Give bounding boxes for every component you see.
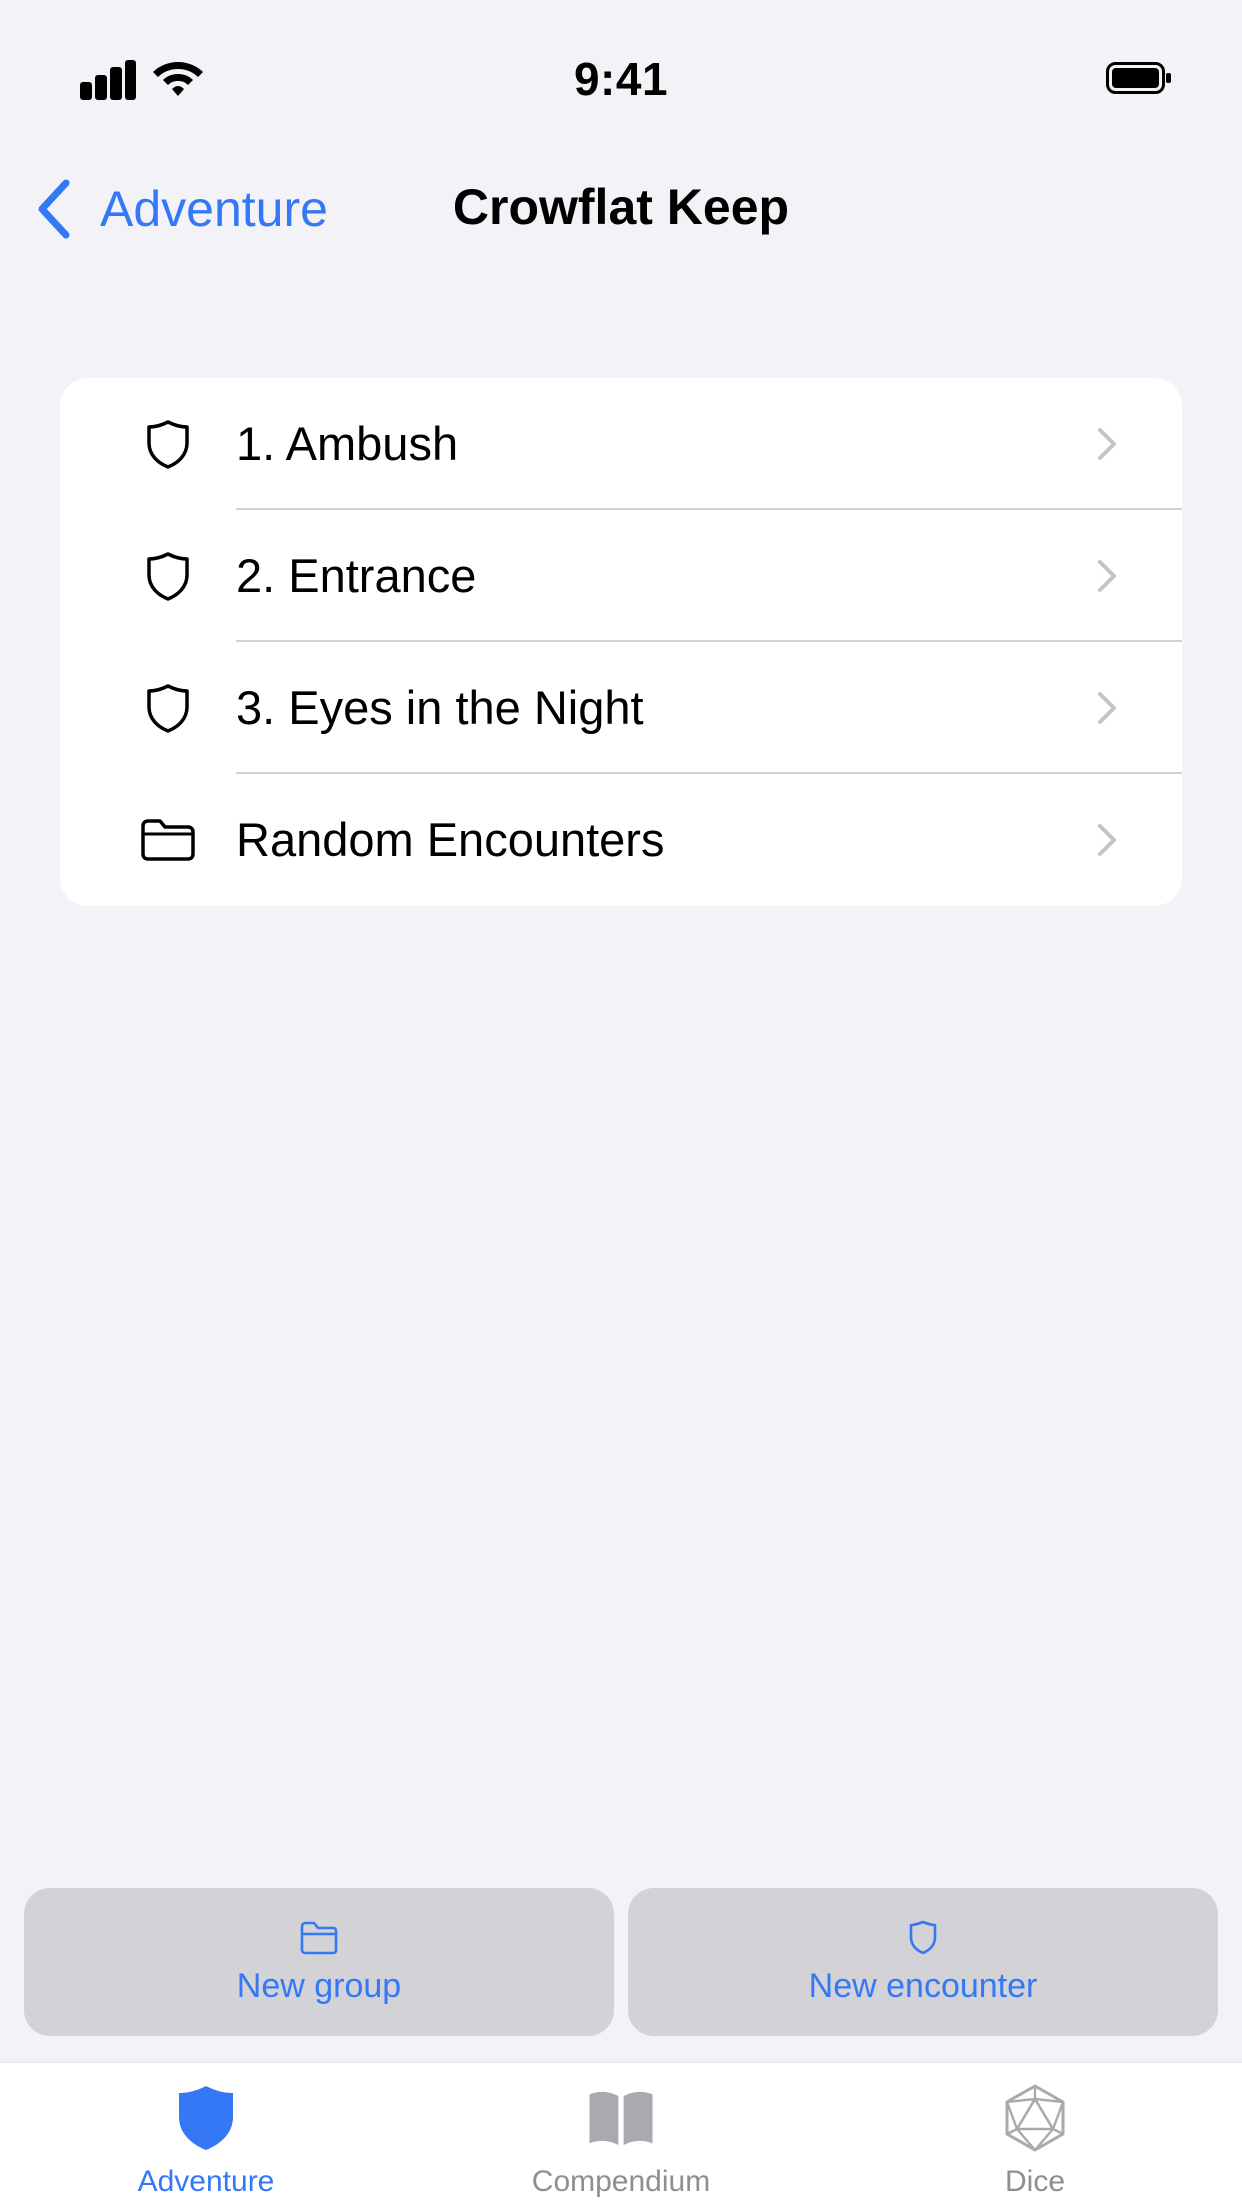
status-bar: 9:41: [0, 0, 1242, 140]
shield-icon: [136, 676, 200, 740]
chevron-right-icon: [1098, 560, 1116, 592]
page-title: Crowflat Keep: [452, 179, 790, 235]
new-group-button[interactable]: New group: [24, 1888, 614, 2036]
tab-label: Compendium: [531, 2165, 711, 2198]
list-item-eyes-in-the-night[interactable]: 3. Eyes in the Night: [60, 642, 1182, 774]
chevron-right-icon: [1098, 824, 1116, 856]
tab-dice[interactable]: Dice: [915, 2083, 1155, 2203]
list-item-entrance[interactable]: 2. Entrance: [60, 510, 1182, 642]
shield-icon: [136, 544, 200, 608]
tab-bar: Adventure Compendium Dice: [0, 2062, 1242, 2208]
folder-icon: [300, 1921, 338, 1954]
tab-compendium[interactable]: Compendium: [501, 2083, 741, 2203]
navigation-bar: Adventure Crowflat Keep: [0, 150, 1242, 266]
shield-icon: [909, 1920, 937, 1954]
tab-label: Adventure: [137, 2165, 275, 2198]
shield-filled-icon: [179, 2086, 233, 2150]
list-item-label: 1. Ambush: [236, 417, 459, 470]
app-root: 9:41 Adventure Crowflat Keep 1. Ambush 2…: [0, 0, 1242, 2208]
new-encounter-button[interactable]: New encounter: [628, 1888, 1218, 2036]
battery-icon: [1106, 62, 1171, 94]
list-item-ambush[interactable]: 1. Ambush: [60, 378, 1182, 510]
list-item-label: 3. Eyes in the Night: [236, 681, 644, 734]
list-item-label: Random Encounters: [236, 813, 665, 866]
list-item-label: 2. Entrance: [236, 549, 477, 602]
action-bar: New group New encounter: [24, 1888, 1218, 2036]
list-item-random-encounters[interactable]: Random Encounters: [60, 774, 1182, 906]
d20-icon: [1005, 2084, 1065, 2152]
new-encounter-label: New encounter: [808, 1966, 1038, 2005]
tab-label: Dice: [1004, 2165, 1065, 2198]
folder-icon: [136, 808, 200, 872]
tab-adventure[interactable]: Adventure: [86, 2083, 326, 2203]
chevron-right-icon: [1098, 692, 1116, 724]
book-icon: [589, 2091, 653, 2146]
status-time: 9:41: [573, 53, 669, 105]
shield-icon: [136, 412, 200, 476]
chevron-right-icon: [1098, 428, 1116, 460]
new-group-label: New group: [236, 1966, 402, 2005]
encounter-list: 1. Ambush 2. Entrance 3. Eyes in the Nig…: [60, 378, 1182, 906]
